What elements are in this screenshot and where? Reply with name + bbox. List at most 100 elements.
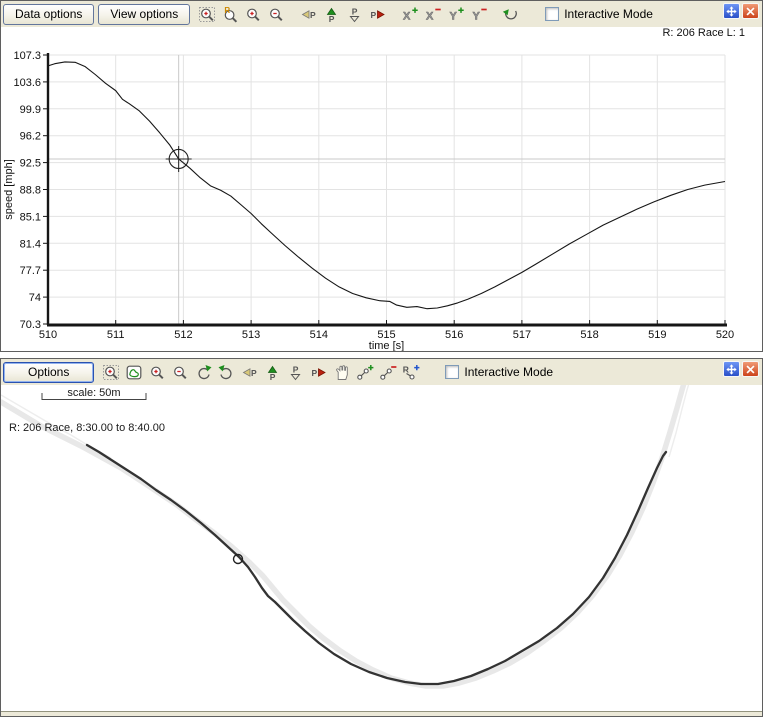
fit-track-icon — [126, 364, 144, 381]
rotate-ccw-icon — [218, 364, 236, 381]
track-map[interactable]: scale: 50m R: 206 Race, 8:30.00 to 8:40.0… — [1, 385, 762, 710]
move-window-button[interactable] — [723, 3, 740, 19]
zoom-in-button[interactable] — [243, 4, 264, 24]
rotate-ccw-button[interactable] — [216, 362, 237, 382]
page-left-icon: P — [241, 364, 259, 381]
chart-interactive-mode-checkbox[interactable] — [545, 7, 559, 21]
svg-text:P: P — [270, 372, 276, 381]
zoom-out-icon — [268, 6, 286, 23]
chart-cursor-cross — [166, 146, 192, 172]
y-tick-label: 107.3 — [13, 50, 41, 62]
y-tick-label: 81.4 — [20, 238, 41, 250]
page-right-icon: P — [369, 6, 387, 23]
page-down-button[interactable]: P — [285, 362, 306, 382]
svg-text:Y: Y — [472, 10, 480, 22]
speed-time-chart[interactable]: 107.3103.699.996.292.588.885.181.477.774… — [1, 27, 762, 351]
undo-zoom-button[interactable] — [500, 4, 521, 24]
rotate-cw-icon — [195, 364, 213, 381]
x-axis-add-button[interactable]: X — [399, 4, 420, 24]
view-options-button[interactable]: View options — [98, 4, 190, 25]
page-up-icon: P — [323, 6, 341, 23]
x-tick-label: 510 — [39, 329, 57, 341]
zoom-region-icon — [199, 6, 217, 23]
x-tick-label: 513 — [242, 329, 260, 341]
x-axis-add-icon: X — [401, 6, 419, 23]
zoom-out-button[interactable] — [266, 4, 287, 24]
toolbar-separator — [491, 14, 498, 15]
fit-track-button[interactable] — [124, 362, 145, 382]
page-down-icon: P — [346, 6, 364, 23]
run-info-label: R: 206 Race, 8:30.00 to 8:40.00 — [9, 422, 165, 434]
y-tick-label: 92.5 — [20, 158, 41, 170]
y-tick-label: 77.7 — [20, 265, 41, 277]
page-up-button[interactable]: P — [321, 4, 342, 24]
page-right-button[interactable]: P — [308, 362, 329, 382]
close-icon — [746, 365, 755, 374]
options-button[interactable]: Options — [3, 362, 94, 383]
svg-text:P: P — [370, 10, 376, 20]
zoom-region-icon — [103, 364, 121, 381]
y-tick-label: 99.9 — [20, 104, 41, 116]
driven-line — [87, 445, 666, 684]
x-tick-label: 511 — [107, 329, 125, 341]
x-tick-label: 518 — [580, 329, 598, 341]
node-run-add-icon: R — [402, 364, 420, 381]
page-up-icon: P — [264, 364, 282, 381]
svg-text:P: P — [293, 364, 299, 374]
move-icon — [726, 6, 737, 17]
x-tick-label: 517 — [513, 329, 531, 341]
y-tick-label: 74 — [29, 292, 41, 304]
zoom-region-button[interactable] — [197, 4, 218, 24]
node-run-add-button[interactable]: R — [400, 362, 421, 382]
page-left-button[interactable]: P — [239, 362, 260, 382]
x-tick-label: 519 — [648, 329, 666, 341]
svg-text:R: R — [403, 364, 409, 374]
map-interactive-mode-label: Interactive Mode — [464, 365, 553, 379]
zoom-out-icon — [172, 364, 190, 381]
svg-text:R: R — [224, 6, 230, 15]
rotate-cw-button[interactable] — [193, 362, 214, 382]
data-options-button[interactable]: Data options — [3, 4, 94, 25]
page-left-icon: P — [300, 6, 318, 23]
map-window-bottom-edge — [1, 711, 762, 716]
close-window-button[interactable] — [742, 361, 759, 377]
x-axis-remove-button[interactable]: X — [422, 4, 443, 24]
y-tick-label: 70.3 — [20, 319, 41, 331]
scale-label: scale: 50m — [67, 387, 120, 399]
move-window-button[interactable] — [723, 361, 740, 377]
y-axis-title: speed [mph] — [3, 159, 15, 220]
zoom-reset-button[interactable]: R — [220, 4, 241, 24]
zoom-region-button[interactable] — [101, 362, 122, 382]
y-axis-remove-button[interactable]: Y — [468, 4, 489, 24]
x-axis-title: time [s] — [369, 340, 404, 351]
map-interactive-mode-checkbox[interactable] — [445, 365, 459, 379]
chart-toolbar: Data options View options RPPPPXXYY Inte… — [1, 1, 762, 27]
page-left-button[interactable]: P — [298, 4, 319, 24]
chart-interactive-mode-label: Interactive Mode — [564, 7, 653, 21]
pan-hand-icon — [333, 364, 351, 381]
chart-window: Data options View options RPPPPXXYY Inte… — [0, 0, 763, 352]
page-down-button[interactable]: P — [344, 4, 365, 24]
svg-text:P: P — [251, 368, 257, 378]
page-up-button[interactable]: P — [262, 362, 283, 382]
map-window: Options PPPPR Interactive Mode scale: 50… — [0, 358, 763, 717]
node-add-icon — [356, 364, 374, 381]
page-down-icon: P — [287, 364, 305, 381]
close-window-button[interactable] — [742, 3, 759, 19]
page-right-button[interactable]: P — [367, 4, 388, 24]
undo-zoom-icon — [502, 6, 520, 23]
node-remove-button[interactable] — [377, 362, 398, 382]
map-window-controls — [723, 361, 759, 377]
x-axis-remove-icon: X — [424, 6, 442, 23]
svg-text:P: P — [352, 6, 358, 16]
y-tick-label: 85.1 — [20, 211, 41, 223]
y-axis-add-button[interactable]: Y — [445, 4, 466, 24]
node-add-button[interactable] — [354, 362, 375, 382]
pan-hand-button[interactable] — [331, 362, 352, 382]
zoom-in-button[interactable] — [147, 362, 168, 382]
chart-toolbar-icons: RPPPPXXYY — [197, 4, 521, 24]
chart-window-controls — [723, 3, 759, 19]
x-tick-label: 520 — [716, 329, 734, 341]
x-tick-label: 514 — [310, 329, 328, 341]
zoom-out-button[interactable] — [170, 362, 191, 382]
